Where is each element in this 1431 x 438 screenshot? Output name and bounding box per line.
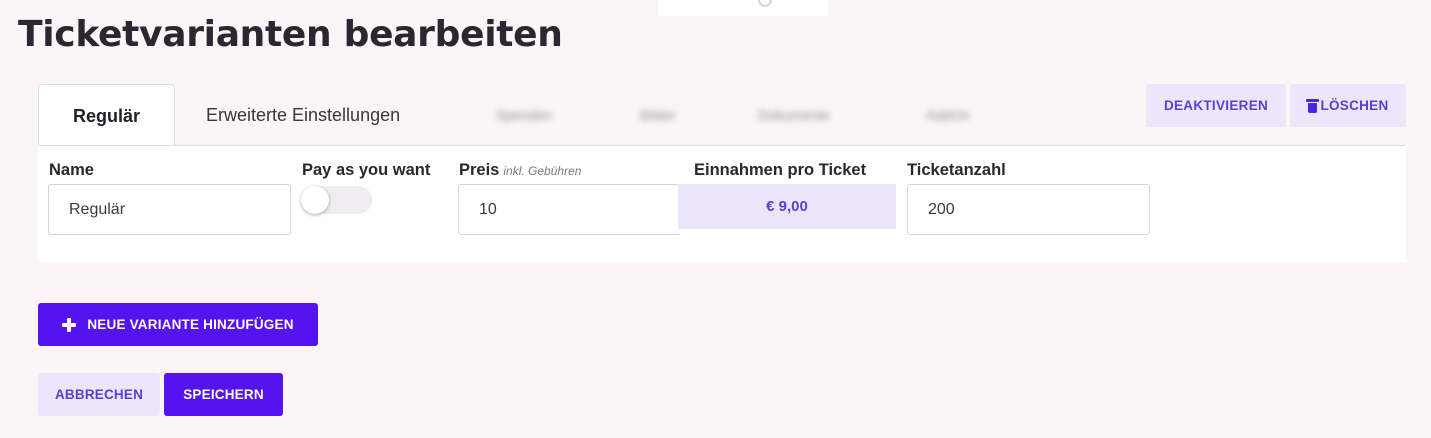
toggle-knob: [301, 186, 329, 214]
plus-icon: [62, 317, 77, 332]
price-input[interactable]: [458, 184, 680, 235]
revenue-per-ticket-value: € 9,00: [678, 184, 896, 229]
tab-donations[interactable]: Spenden: [496, 84, 552, 146]
page-title: Ticketvarianten bearbeiten: [18, 14, 563, 55]
save-button-label: SPEICHERN: [183, 387, 264, 402]
cancel-button[interactable]: ABBRECHEN: [38, 373, 160, 416]
deactivate-button-label: DEAKTIVIEREN: [1163, 98, 1269, 113]
price-label-text: Preis: [459, 161, 500, 179]
trash-icon: [1306, 99, 1320, 113]
price-hint: inkl. Gebühren: [503, 164, 582, 178]
pay-as-you-want-label: Pay as you want: [302, 161, 431, 179]
add-variant-button-label: NEUE VARIANTE HINZUFÜGEN: [87, 317, 294, 332]
variant-form-panel: Name Pay as you want Preisinkl. Gebühren…: [38, 145, 1406, 262]
name-input[interactable]: [48, 184, 291, 235]
tab-documents[interactable]: Dokumente: [758, 84, 830, 146]
name-label: Name: [49, 161, 94, 179]
delete-button[interactable]: LÖSCHEN: [1290, 84, 1406, 127]
deactivate-button[interactable]: DEAKTIVIEREN: [1146, 84, 1286, 127]
ticket-count-label: Ticketanzahl: [907, 161, 1006, 179]
cancel-button-label: ABBRECHEN: [54, 387, 144, 402]
revenue-per-ticket-label: Einnahmen pro Ticket: [694, 161, 867, 179]
top-overflow-stub: [658, 0, 828, 16]
tab-addon[interactable]: AddOn: [926, 84, 970, 146]
ticket-count-input[interactable]: [907, 184, 1150, 235]
save-button[interactable]: SPEICHERN: [164, 373, 283, 416]
tab-regular[interactable]: Regulär: [38, 84, 175, 147]
delete-button-label: LÖSCHEN: [1320, 98, 1389, 113]
pay-as-you-want-toggle[interactable]: [301, 186, 372, 214]
price-label: Preis inkl. Gebühren: [459, 161, 581, 180]
add-variant-button[interactable]: NEUE VARIANTE HINZUFÜGEN: [38, 303, 318, 346]
partial-icon: [758, 0, 772, 7]
tab-images[interactable]: Bilder: [640, 84, 676, 146]
tab-advanced-settings[interactable]: Erweiterte Einstellungen: [206, 84, 400, 146]
